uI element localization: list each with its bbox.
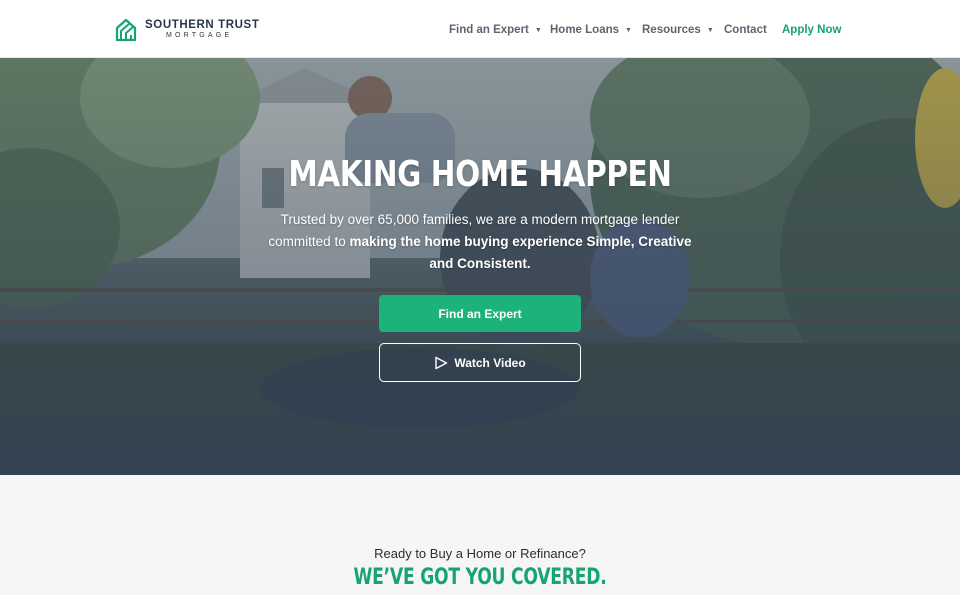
main-nav: Find an Expert ▼ Home Loans ▼ Resources …	[0, 0, 960, 58]
nav-item-resources[interactable]: Resources ▼	[642, 22, 714, 38]
nav-item-home-loans[interactable]: Home Loans ▼	[550, 22, 632, 38]
nav-item-label: Resources	[642, 24, 701, 36]
caret-down-icon: ▼	[625, 26, 632, 34]
nav-item-label: Find an Expert	[449, 24, 529, 36]
section-title: WE’VE GOT YOU COVERED.	[353, 565, 607, 590]
nav-item-apply-now[interactable]: Apply Now	[782, 22, 841, 38]
covered-section: Ready to Buy a Home or Refinance? WE’VE …	[0, 475, 960, 595]
hero-subtitle-bold: making the home buying experience Simple…	[349, 234, 692, 271]
caret-down-icon: ▼	[534, 26, 542, 34]
nav-item-label: Apply Now	[782, 24, 842, 36]
play-outline-icon	[435, 356, 448, 369]
watch-video-button-label: Watch Video	[454, 355, 526, 370]
caret-down-icon: ▼	[706, 26, 714, 34]
find-an-expert-button-label: Find an Expert	[438, 306, 522, 321]
site-header: SOUTHERN TRUST MORTGAGE Find an Expert ▼…	[0, 0, 960, 58]
nav-item-label: Home Loans	[550, 24, 620, 36]
find-an-expert-button[interactable]: Find an Expert	[379, 295, 581, 332]
hero-title: MAKING HOME HAPPEN	[288, 154, 672, 195]
watch-video-button[interactable]: Watch Video	[379, 343, 581, 382]
section-kicker: Ready to Buy a Home or Refinance?	[374, 546, 586, 561]
hero-subtitle: Trusted by over 65,000 families, we are …	[260, 209, 700, 275]
nav-item-label: Contact	[724, 24, 767, 36]
nav-item-find-an-expert[interactable]: Find an Expert ▼	[449, 22, 542, 38]
hero-section: MAKING HOME HAPPEN Trusted by over 65,00…	[0, 58, 960, 475]
nav-item-contact[interactable]: Contact	[724, 22, 767, 38]
